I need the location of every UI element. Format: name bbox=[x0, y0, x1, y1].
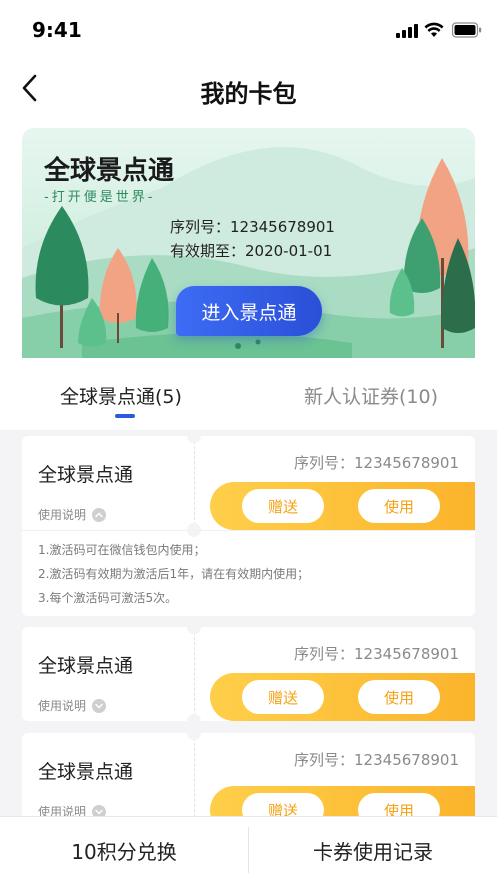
hero-slogan: -打开便是世界- bbox=[44, 190, 156, 205]
tab-bar: 全球景点通(5) 新人认证券(10) bbox=[0, 358, 497, 430]
bottom-action-bar: 10积分兑换 卡券使用记录 bbox=[0, 816, 497, 883]
points-exchange-button[interactable]: 10积分兑换 bbox=[0, 817, 248, 883]
usage-instructions-toggle[interactable]: 使用说明 bbox=[38, 697, 107, 714]
status-bar: 9:41 bbox=[0, 0, 497, 58]
card-item: 全球景点通 使用说明 序列号：12345678901 赠送 使用 bbox=[22, 726, 475, 816]
ticket-divider bbox=[194, 436, 195, 530]
wifi-icon bbox=[424, 22, 444, 37]
ticket-notch bbox=[187, 430, 201, 443]
use-button[interactable]: 使用 bbox=[358, 680, 440, 714]
card-action-bar: 赠送 使用 bbox=[210, 482, 475, 530]
use-button[interactable]: 使用 bbox=[358, 793, 440, 816]
tab-newcomer-coupons[interactable]: 新人认证券(10) bbox=[304, 382, 438, 409]
rule-item: 3.每个激活码可激活5次。 bbox=[38, 591, 178, 605]
ticket-notch bbox=[187, 726, 201, 740]
gift-button[interactable]: 赠送 bbox=[242, 680, 324, 714]
ticket-divider bbox=[194, 733, 195, 816]
page-title: 我的卡包 bbox=[200, 80, 297, 108]
chevron-down-icon bbox=[92, 698, 107, 713]
nav-bar: 我的卡包 bbox=[0, 58, 497, 120]
usage-instructions-toggle[interactable]: 使用说明 bbox=[38, 506, 107, 523]
tab-global-attractions[interactable]: 全球景点通(5) bbox=[60, 382, 182, 409]
card-action-bar: 赠送 使用 bbox=[210, 673, 475, 721]
usage-rules: 1.激活码可在微信钱包内使用； 2.激活码有效期为激活后1年，请在有效期内使用；… bbox=[38, 538, 309, 610]
hero-title: 全球景点通 bbox=[44, 156, 175, 186]
usage-instructions-label: 使用说明 bbox=[38, 699, 87, 713]
signal-icon bbox=[396, 24, 418, 38]
active-tab-indicator bbox=[115, 414, 135, 418]
card-list[interactable]: 全球景点通 使用说明 序列号：12345678901 赠送 使用 1.激活码可在… bbox=[0, 430, 497, 816]
card-name: 全球景点通 bbox=[38, 761, 134, 783]
card-name: 全球景点通 bbox=[38, 464, 134, 486]
hero-serial: 序列号：12345678901 bbox=[170, 218, 335, 236]
ticket-divider bbox=[194, 627, 195, 721]
divider bbox=[22, 530, 475, 531]
card-name: 全球景点通 bbox=[38, 655, 134, 677]
hero-expiry: 有效期至：2020-01-01 bbox=[170, 242, 333, 260]
usage-instructions-label: 使用说明 bbox=[38, 508, 87, 522]
chevron-up-icon bbox=[92, 507, 107, 522]
card-item: 全球景点通 使用说明 序列号：12345678901 赠送 使用 1.激活码可在… bbox=[22, 430, 475, 616]
hero-card: 全球景点通 -打开便是世界- 序列号：12345678901 有效期至：2020… bbox=[22, 128, 475, 360]
use-button[interactable]: 使用 bbox=[358, 489, 440, 523]
chevron-down-icon bbox=[92, 804, 107, 816]
battery-icon bbox=[452, 22, 482, 38]
usage-instructions-toggle[interactable]: 使用说明 bbox=[38, 803, 107, 816]
usage-instructions-label: 使用说明 bbox=[38, 805, 87, 816]
card-serial: 序列号：12345678901 bbox=[294, 751, 459, 769]
gift-button[interactable]: 赠送 bbox=[242, 489, 324, 523]
rule-item: 1.激活码可在微信钱包内使用； bbox=[38, 543, 206, 557]
enter-attractions-button[interactable]: 进入景点通 bbox=[176, 286, 322, 336]
usage-history-button[interactable]: 卡券使用记录 bbox=[249, 817, 497, 883]
ticket-notch bbox=[187, 620, 201, 634]
card-action-bar: 赠送 使用 bbox=[210, 786, 475, 816]
card-serial: 序列号：12345678901 bbox=[294, 454, 459, 472]
rule-item: 2.激活码有效期为激活后1年，请在有效期内使用； bbox=[38, 567, 310, 581]
card-serial: 序列号：12345678901 bbox=[294, 645, 459, 663]
status-time: 9:41 bbox=[32, 18, 82, 42]
card-item: 全球景点通 使用说明 序列号：12345678901 赠送 使用 bbox=[22, 620, 475, 728]
gift-button[interactable]: 赠送 bbox=[242, 793, 324, 816]
